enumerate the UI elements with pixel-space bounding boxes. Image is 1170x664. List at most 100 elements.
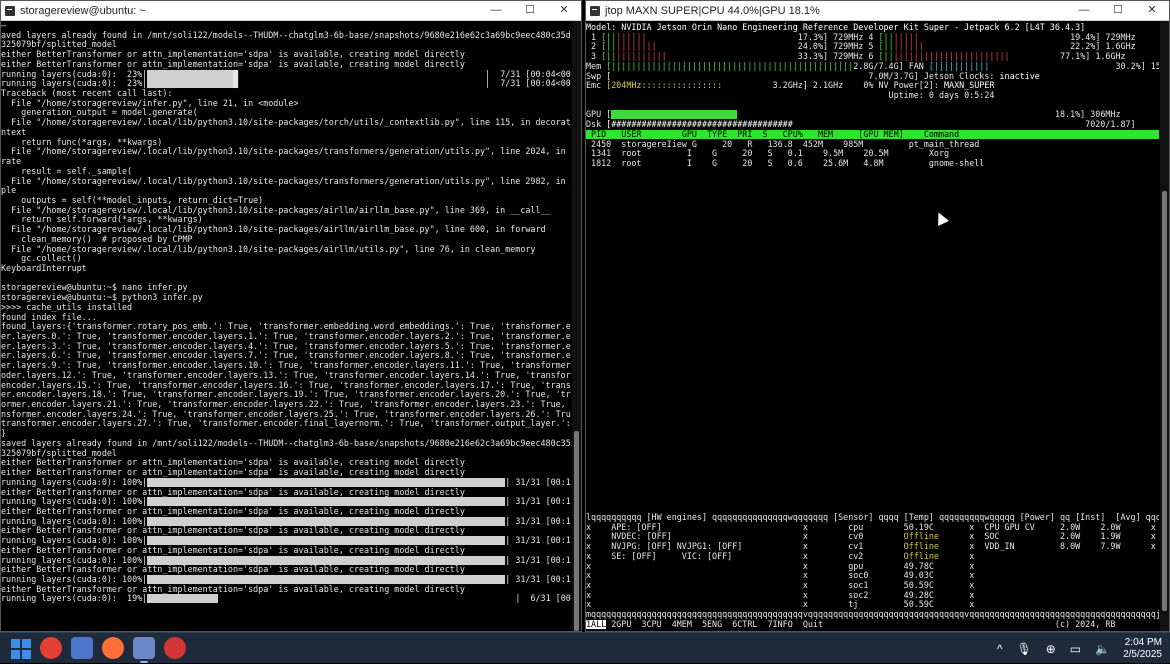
- terminal-line: running layers(cuda:0): 100%| | 31/31 [0…: [1, 536, 571, 546]
- minimize-button[interactable]: —: [1067, 1, 1101, 20]
- tab-all[interactable]: 1ALL: [586, 619, 607, 629]
- maximize-button[interactable]: ☐: [513, 1, 547, 20]
- terminal-icon: [5, 5, 15, 16]
- terminal-line: either BetterTransformer or attn_impleme…: [1, 458, 571, 468]
- line-segment: er.encoder.layers.18.': True, 'transform…: [1, 390, 571, 400]
- terminal-line: File "/home/storagereview/.local/lib/pyt…: [1, 177, 571, 187]
- line-segment: clean_memory() # proposed by CPMP: [1, 234, 193, 244]
- line-segment: }: [1, 429, 7, 439]
- line-segment: [204MHz: [606, 81, 642, 91]
- line-segment: running layers(cuda:0): 100%|: [1, 536, 148, 546]
- line-segment: [||: [878, 32, 894, 42]
- minimize-button[interactable]: —: [479, 1, 513, 20]
- tray-chevron-icon[interactable]: ^: [997, 642, 1003, 656]
- scrollbar-thumb[interactable]: [1162, 191, 1167, 611]
- line-segment: 7020/1.87]: [792, 120, 1136, 130]
- line-segment: 1: [586, 32, 602, 42]
- language-icon[interactable]: ⊕: [1046, 642, 1056, 656]
- window-titlebar[interactable]: jtop MAXN SUPER|CPU 44.0%|GPU 18.1% — ☐ …: [586, 1, 1169, 21]
- line-segment: return func(*args, **kwargs): [1, 137, 163, 147]
- terminal-line: either BetterTransformer or attn_impleme…: [1, 468, 571, 478]
- line-segment: running layers(cuda:0): 100%|: [1, 516, 148, 526]
- terminal-line: saved layers already found in /mnt/soli1…: [1, 439, 571, 449]
- line-segment: ||||||: [893, 42, 924, 52]
- window-titlebar[interactable]: storagereview@ubuntu: ~ — ☐ ✕: [1, 1, 581, 21]
- scrollbar[interactable]: [1160, 21, 1169, 631]
- terminal-line: either BetterTransformer or attn_impleme…: [1, 488, 571, 498]
- terminal-line: 325079bf/splitted_model: [1, 40, 571, 50]
- terminal-line: aved layers already found in /mnt/soli12…: [1, 31, 571, 41]
- terminal-line: x x gpu 49.78C x x: [586, 562, 1159, 572]
- jtop-engines-panel: lqqqqqqqqqq [HW engines] qqqqqqqqqqqqqqq…: [586, 513, 1159, 631]
- scrollbar-thumb[interactable]: [574, 431, 579, 631]
- line-segment: [147, 497, 506, 507]
- terminal-line: running layers(cuda:0): 19%| | 6/31 [00:…: [1, 594, 571, 604]
- file-explorer-icon[interactable]: [71, 637, 93, 659]
- line-segment: either BetterTransformer or attn_impleme…: [1, 59, 465, 69]
- volume-icon[interactable]: 🔈: [1095, 642, 1110, 656]
- app-icon-red[interactable]: [164, 637, 186, 659]
- line-segment: [|||||||||||: [928, 61, 990, 71]
- terminal-line: x x soc0 49.03C x x: [586, 571, 1159, 581]
- terminal-line: either BetterTransformer or attn_impleme…: [1, 50, 571, 60]
- line-segment: saved layers already found in /mnt/soli1…: [1, 438, 571, 448]
- line-segment: PID USER GPU TYPE PRI S CPU% MEM [GPU ME…: [586, 129, 1159, 139]
- line-segment: >>>> cache_utils installed: [1, 302, 133, 312]
- line-segment: either BetterTransformer or attn_impleme…: [1, 50, 465, 60]
- line-segment: File "/home/storagereview/.local/lib/pyt…: [1, 225, 546, 235]
- line-segment: x NVDEC: [OFF] x cv0: [586, 532, 904, 542]
- terminal-line: generation_output = model.generate(: [1, 108, 571, 118]
- line-segment: [147, 516, 506, 526]
- close-button[interactable]: ✕: [547, 1, 581, 20]
- line-segment: ntext: [1, 127, 27, 137]
- terminal-line: File "/home/storagereview/.local/lib/pyt…: [1, 147, 571, 157]
- firefox-icon[interactable]: [102, 637, 124, 659]
- line-segment: 1341 root I G 20 S 0.1 9.5M 20.5M Xorg: [586, 149, 950, 159]
- line-segment: x x tj 50.59C x x: [586, 600, 1159, 610]
- line-segment: x APE: [OFF] x cpu: [586, 522, 904, 532]
- network-icon[interactable]: ▭: [1070, 642, 1081, 656]
- terminal-line: running layers(cuda:0): 100%| | 31/31 [0…: [1, 555, 571, 566]
- line-segment: 18.1%] 306MHz: [737, 110, 1121, 120]
- scrollbar[interactable]: [572, 21, 581, 631]
- terminal-line: x NVDEC: [OFF] x cv0 Offline x SOC 2.0W …: [586, 532, 1159, 542]
- terminal-line: either BetterTransformer or attn_impleme…: [1, 546, 571, 556]
- line-segment: inactive: [999, 71, 1040, 81]
- line-segment: [147, 536, 506, 546]
- line-segment: running layers(cuda:0): 23%|: [1, 69, 148, 79]
- terminal-line: File "/home/storagereview/.local/lib/pyt…: [1, 206, 571, 216]
- line-segment: [####################################: [606, 120, 793, 130]
- terminal-line: x APE: [OFF] x cpu 50.19C x CPU GPU CV 2…: [586, 523, 1159, 533]
- terminal-output[interactable]: — aved layers already found in /mnt/soli1…: [1, 21, 571, 631]
- clock[interactable]: 2:04 PM 2/5/2025: [1123, 637, 1162, 661]
- line-segment: —: [1, 21, 7, 30]
- chrome-icon[interactable]: [40, 637, 62, 659]
- line-segment: either BetterTransformer or attn_impleme…: [1, 487, 465, 497]
- maximize-button[interactable]: ☐: [1101, 1, 1135, 20]
- line-segment: ||||||: [616, 32, 647, 42]
- terminal-line: Mem [|||||||||||||||||||||||||||||||||||…: [586, 62, 1159, 72]
- line-segment: [147, 594, 218, 604]
- line-segment: ||||||||||: [616, 52, 667, 62]
- jtop-window[interactable]: jtop MAXN SUPER|CPU 44.0%|GPU 18.1% — ☐ …: [585, 0, 1170, 632]
- terminal-line: 2 [|||||||||| 24.0%] 729MHz 5 [|||||||| …: [586, 42, 1159, 52]
- terminal-line: KeyboardInterrupt: [1, 264, 571, 274]
- line-segment: [147, 69, 233, 79]
- putty-terminal-icon[interactable]: [133, 637, 155, 663]
- line-segment: | 31/31 [00:15<00:00, 2.02it/s]: [505, 477, 571, 487]
- line-segment: er.layers.0.': True, 'transformer.encode…: [1, 332, 571, 341]
- line-segment: ::::::::::::::::: [641, 81, 723, 91]
- line-segment: File "/home/storagereview/.local/lib/pyt…: [1, 147, 571, 157]
- microphone-icon[interactable]: 🎙: [1016, 642, 1031, 656]
- line-segment: ormer.encoder.layers.21.': True, 'transf…: [1, 400, 571, 410]
- terminal-window-left[interactable]: storagereview@ubuntu: ~ — ☐ ✕ — aved laye…: [0, 0, 582, 632]
- close-button[interactable]: ✕: [1135, 1, 1169, 20]
- terminal-line: 2450 storagereIiew G 20 R 136.8 452M 985…: [586, 140, 1159, 150]
- terminal-line: outputs = self(**model_inputs, return_di…: [1, 196, 571, 206]
- line-segment: Traceback (most recent call last):: [1, 89, 173, 99]
- windows-start-icon[interactable]: [9, 637, 31, 659]
- line-segment: x x soc0 49.03C x x: [586, 571, 1159, 581]
- line-segment: 2: [586, 42, 602, 52]
- terminal-line: x x soc1 50.59C x x: [586, 581, 1159, 591]
- terminal-line: result = self._sample(: [1, 167, 571, 177]
